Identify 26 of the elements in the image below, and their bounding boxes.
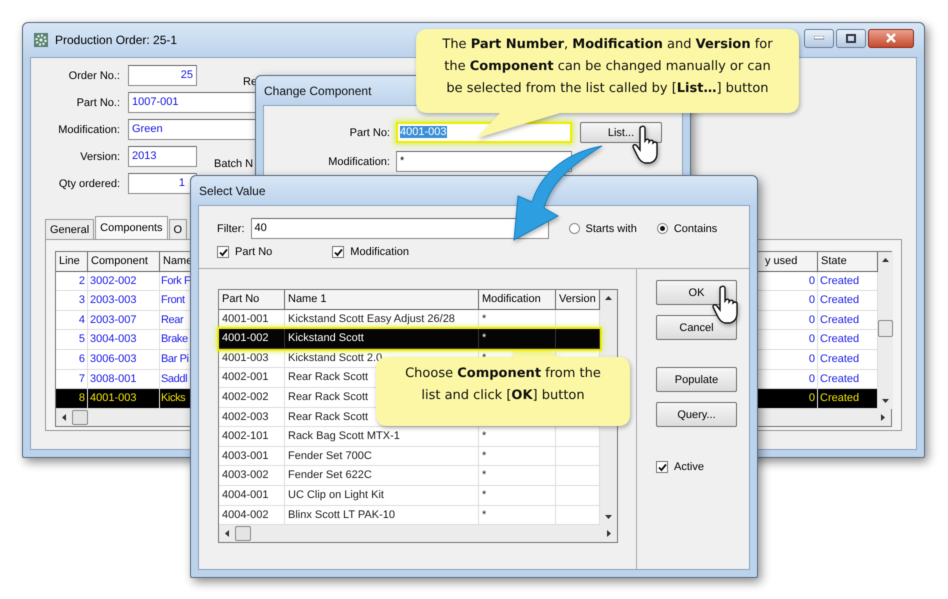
table-cell: * bbox=[482, 352, 486, 364]
checkbox-label: Modification bbox=[350, 246, 409, 258]
field-label: Order No.: bbox=[68, 70, 120, 82]
table-cell: * bbox=[482, 469, 486, 482]
checkbox-label: Part No bbox=[235, 246, 272, 258]
table-cell: * bbox=[482, 430, 486, 442]
table-cell: * bbox=[482, 312, 486, 325]
field-label: Part No: bbox=[348, 126, 390, 138]
table-cell: * bbox=[482, 332, 486, 344]
checkbox-label: Active bbox=[674, 461, 704, 473]
field-label: Batch N bbox=[214, 158, 254, 170]
dialog-title: Select Value bbox=[199, 184, 266, 198]
table-cell: 4001-002 bbox=[219, 329, 285, 349]
field-label: Modification: bbox=[327, 156, 390, 168]
table-cell: * bbox=[482, 450, 486, 462]
field-label: Version: bbox=[79, 150, 120, 162]
table-cell: * bbox=[482, 508, 486, 521]
filter-label: Filter: bbox=[217, 222, 244, 234]
radio-label: Starts with bbox=[586, 222, 637, 234]
field-label: Qty ordered: bbox=[58, 178, 120, 190]
table-cell: Kickstand Scott bbox=[285, 329, 479, 349]
field-label: Part No.: bbox=[76, 96, 120, 108]
radio-label: Contains bbox=[674, 222, 718, 234]
table-cell: * bbox=[482, 488, 486, 501]
window-title: Production Order: 25-1 bbox=[55, 33, 178, 47]
field-label: Modification: bbox=[57, 124, 120, 136]
